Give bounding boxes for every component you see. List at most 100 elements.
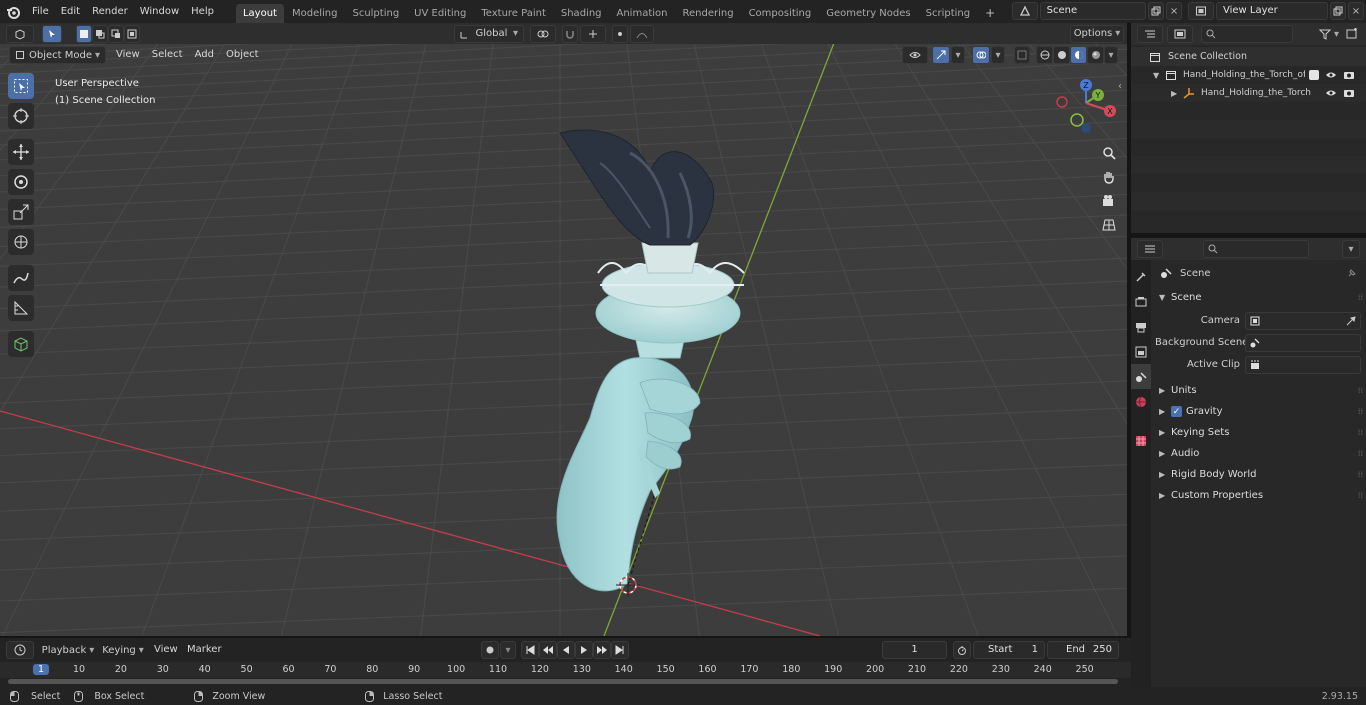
gravity-panel-header[interactable]: ▶ ✓ Gravity ⁞⁞ (1155, 401, 1363, 422)
menu-help[interactable]: Help (185, 0, 220, 23)
options-dropdown[interactable]: Options ▾ (1070, 24, 1124, 43)
overlays-toggle[interactable] (972, 46, 990, 64)
keying-sets-panel-header[interactable]: ▶ Keying Sets ⁞⁞ (1155, 422, 1363, 443)
solid-shading-icon[interactable] (1053, 46, 1070, 64)
play-reverse-icon[interactable] (557, 641, 575, 659)
transform-orientation-dropdown[interactable]: Global ▾ (454, 24, 524, 43)
expand-arrow-icon[interactable]: ▼ (1153, 71, 1165, 80)
jump-keyframe-forward-icon[interactable] (593, 641, 611, 659)
play-icon[interactable] (575, 641, 593, 659)
tab-geometry-nodes[interactable]: Geometry Nodes (819, 4, 917, 23)
viewport-menu-object[interactable]: Object (220, 45, 265, 65)
menu-file[interactable]: File (26, 0, 55, 23)
texture-tab-icon[interactable] (1131, 428, 1151, 453)
drag-handle-icon[interactable]: ⁞⁞ (1358, 449, 1363, 458)
select-extend-icon[interactable] (92, 24, 108, 43)
select-invert-icon[interactable] (124, 24, 140, 43)
overlays-dropdown[interactable]: ▾ (991, 46, 1005, 64)
scene-tab-icon[interactable] (1131, 364, 1151, 389)
drag-handle-icon[interactable]: ⁞⁞ (1358, 386, 1363, 395)
tool-select-box-button[interactable] (42, 24, 62, 43)
tab-uv-editing[interactable]: UV Editing (407, 4, 473, 23)
drag-handle-icon[interactable]: ⁞⁞ (1358, 428, 1363, 437)
filter-icon[interactable] (1316, 28, 1334, 40)
background-scene-field[interactable] (1245, 333, 1361, 352)
gizmo-dropdown[interactable]: ▾ (951, 46, 965, 64)
cursor-tool-button[interactable] (8, 103, 34, 129)
viewport-menu-select[interactable]: Select (146, 45, 189, 65)
tab-compositing[interactable]: Compositing (742, 4, 819, 23)
camera-field[interactable] (1245, 311, 1361, 330)
outliner-row-scene-collection[interactable]: Scene Collection (1131, 47, 1366, 66)
new-view-layer-button[interactable] (1330, 2, 1346, 20)
tab-shading[interactable]: Shading (554, 4, 609, 23)
outliner-editor-type-button[interactable] (1137, 25, 1163, 43)
gravity-checkbox[interactable]: ✓ (1171, 406, 1182, 417)
tab-rendering[interactable]: Rendering (675, 4, 740, 23)
render-tab-icon[interactable] (1131, 289, 1151, 314)
drag-handle-icon[interactable]: ⁞⁞ (1358, 293, 1363, 302)
auto-keying-toggle[interactable] (481, 641, 499, 659)
playback-menu[interactable]: Playback ▾ (40, 641, 96, 659)
blender-logo-icon[interactable] (0, 0, 26, 23)
select-tool-button[interactable] (8, 73, 34, 99)
outliner-row-object[interactable]: ▶ Hand_Holding_the_Torch_ (1131, 84, 1366, 102)
scene-panel-header[interactable]: ▼ Scene ⁞⁞ (1155, 287, 1363, 308)
rendered-shading-icon[interactable] (1087, 46, 1104, 64)
tab-modeling[interactable]: Modeling (285, 4, 345, 23)
jump-keyframe-back-icon[interactable] (539, 641, 557, 659)
render-camera-icon[interactable] (1343, 70, 1355, 80)
menu-window[interactable]: Window (134, 0, 185, 23)
outliner-search-input[interactable] (1201, 25, 1293, 43)
snap-element-dropdown[interactable] (580, 24, 606, 43)
menu-edit[interactable]: Edit (55, 0, 86, 23)
pin-icon[interactable] (1347, 268, 1357, 278)
active-clip-field[interactable] (1245, 355, 1361, 374)
eye-icon[interactable] (1325, 88, 1337, 98)
xray-toggle[interactable] (1014, 46, 1030, 64)
timeline-marker-menu[interactable]: Marker (181, 639, 228, 661)
shading-dropdown[interactable]: ▾ (1104, 46, 1118, 64)
custom-properties-panel-header[interactable]: ▶ Custom Properties ⁞⁞ (1155, 485, 1363, 506)
3d-viewport[interactable]: Global ▾ Options ▾ Object Mode ▾ View Se… (0, 23, 1127, 636)
chevron-down-icon[interactable]: ▾ (1334, 29, 1344, 40)
auto-keying-dropdown[interactable]: ▾ (500, 641, 516, 659)
delete-view-layer-button[interactable]: × (1348, 2, 1364, 20)
snap-toggle[interactable] (562, 24, 578, 43)
units-panel-header[interactable]: ▶ Units ⁞⁞ (1155, 380, 1363, 401)
properties-editor-type-button[interactable] (1137, 240, 1163, 258)
select-new-icon[interactable] (76, 24, 92, 43)
move-tool-button[interactable] (8, 139, 34, 165)
scene-browse-button[interactable] (1012, 2, 1038, 20)
viewport-menu-add[interactable]: Add (189, 45, 220, 65)
tool-tab-icon[interactable] (1131, 264, 1151, 289)
wireframe-shading-icon[interactable] (1036, 46, 1053, 64)
transform-tool-button[interactable] (8, 229, 34, 255)
frame-start-field[interactable]: Start 1 (973, 641, 1045, 659)
timeline-editor-type-button[interactable] (6, 641, 34, 659)
drag-handle-icon[interactable]: ⁞⁞ (1358, 491, 1363, 500)
scene-name-field[interactable]: Scene (1039, 2, 1147, 20)
pan-hand-icon[interactable] (1098, 165, 1120, 189)
rigid-body-world-panel-header[interactable]: ▶ Rigid Body World ⁞⁞ (1155, 464, 1363, 485)
output-tab-icon[interactable] (1131, 314, 1151, 339)
drag-handle-icon[interactable]: ⁞⁞ (1358, 407, 1363, 416)
proportional-falloff-dropdown[interactable] (630, 24, 654, 43)
timeline-view-menu[interactable]: View (148, 639, 184, 661)
camera-view-icon[interactable] (1098, 189, 1120, 213)
tab-layout[interactable]: Layout (235, 4, 284, 23)
jump-start-icon[interactable] (521, 641, 539, 659)
object-mode-dropdown[interactable]: Object Mode ▾ (9, 46, 106, 64)
view-layer-browse-button[interactable] (1188, 2, 1214, 20)
new-scene-button[interactable] (1148, 2, 1165, 20)
drag-handle-icon[interactable]: ⁞⁞ (1358, 470, 1363, 479)
tab-scripting[interactable]: Scripting (919, 4, 977, 23)
eye-icon[interactable] (1325, 70, 1337, 80)
tab-texture-paint[interactable]: Texture Paint (474, 4, 553, 23)
scale-tool-button[interactable] (8, 199, 34, 225)
zoom-icon[interactable] (1098, 141, 1120, 165)
material-shading-icon[interactable] (1070, 46, 1087, 64)
pivot-point-dropdown[interactable] (530, 24, 556, 43)
add-workspace-button[interactable]: + (978, 4, 1002, 23)
collapse-sidebar-icon[interactable]: ‹ (1118, 81, 1122, 92)
